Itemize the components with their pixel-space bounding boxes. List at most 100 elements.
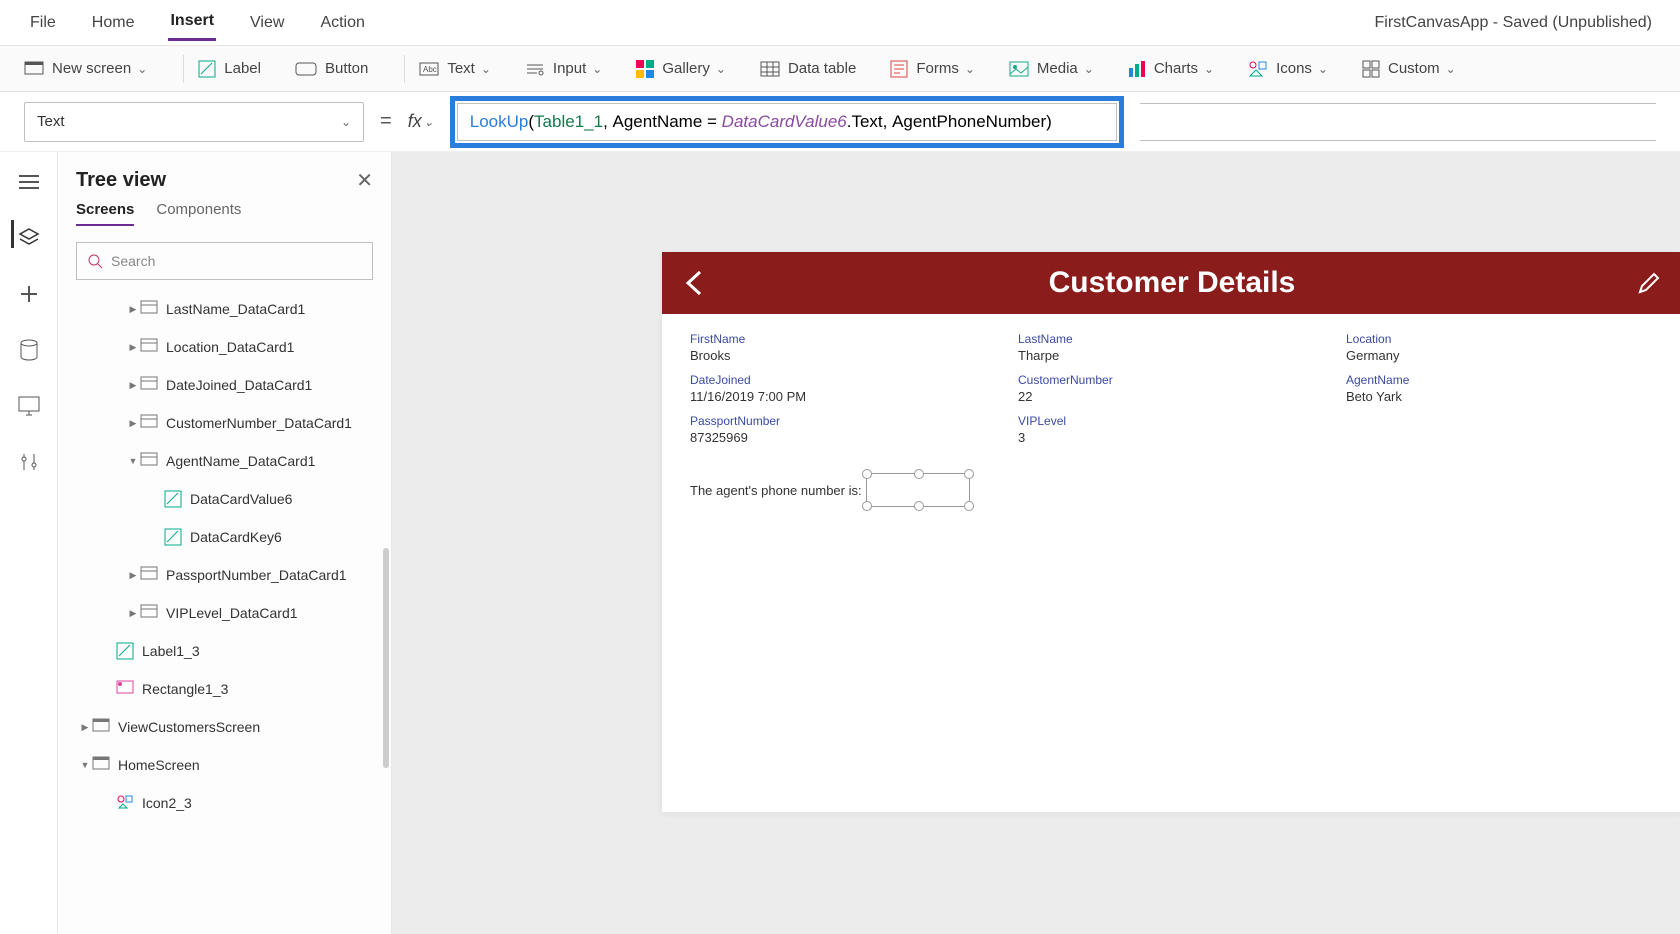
expand-toggle-icon[interactable]: ▶ [126,380,140,391]
tree-item[interactable]: Icon2_3 [58,784,391,822]
tree-item[interactable]: DataCardValue6 [58,480,391,518]
tree-item[interactable]: ▼AgentName_DataCard1 [58,442,391,480]
field-label: DateJoined [690,373,998,387]
add-rail-button[interactable] [11,276,47,312]
formula-token-field: AgentName [613,112,703,132]
agent-phone-row: The agent's phone number is: [662,455,1680,525]
scrollbar-thumb[interactable] [383,548,389,768]
menu-home[interactable]: Home [90,6,137,40]
tree-item[interactable]: ▶VIPLevel_DataCard1 [58,594,391,632]
tree-item[interactable]: ▶ViewCustomersScreen [58,708,391,746]
hamburger-button[interactable] [11,164,47,200]
menu-action[interactable]: Action [318,6,366,40]
tree-item[interactable]: DataCardKey6 [58,518,391,556]
form-field: AgentNameBeto Yark [1346,373,1654,404]
resize-handle[interactable] [914,469,924,479]
gallery-dropdown[interactable]: Gallery⌄ [630,56,732,82]
ribbon: New screen⌄ Label Button Abc Text⌄ Input… [0,46,1680,92]
expand-toggle-icon[interactable]: ▶ [126,418,140,429]
back-icon[interactable] [682,270,708,296]
tree-item[interactable]: ▶PassportNumber_DataCard1 [58,556,391,594]
fx-label[interactable]: fx ⌄ [408,111,434,132]
data-rail-button[interactable] [11,332,47,368]
form-field: PassportNumber87325969 [690,414,998,445]
text-dropdown[interactable]: Abc Text⌄ [413,56,497,81]
expand-toggle-icon[interactable]: ▶ [126,570,140,581]
search-placeholder: Search [111,253,155,269]
resize-handle[interactable] [914,501,924,511]
tree-item[interactable]: Label1_3 [58,632,391,670]
monitor-icon [18,396,40,416]
chevron-down-icon: ⌄ [341,115,351,129]
tab-components[interactable]: Components [156,201,241,226]
label-button[interactable]: Label [192,56,267,82]
menu-file[interactable]: File [28,6,58,40]
equals-sign: = [380,110,392,133]
selected-label-control[interactable] [866,473,970,507]
advanced-rail-button[interactable] [11,444,47,480]
property-selector[interactable]: Text ⌄ [24,102,364,142]
forms-btn-text: Forms [916,60,959,77]
close-icon[interactable]: ✕ [356,168,373,193]
edit-icon[interactable] [1636,270,1662,296]
app-title: FirstCanvasApp - Saved (Unpublished) [1375,14,1652,32]
tree-panel: Tree view ✕ Screens Components Search ▶L… [58,152,392,934]
label-icon [164,490,182,508]
tree-item[interactable]: Rectangle1_3 [58,670,391,708]
button-button[interactable]: Button [289,56,374,81]
formula-token-table: Table1_1 [534,112,603,132]
tree-item[interactable]: ▼HomeScreen [58,746,391,784]
form-field: CustomerNumber22 [1018,373,1326,404]
charts-dropdown[interactable]: Charts⌄ [1122,56,1220,82]
tree-item[interactable]: ▶ DateJoined_DataCard1 [58,366,391,404]
resize-handle[interactable] [964,469,974,479]
field-value: Tharpe [1018,348,1326,363]
tree-item[interactable]: ▶Location_DataCard1 [58,328,391,366]
database-icon [19,339,39,361]
formula-token-ref: DataCardValue6 [722,112,847,132]
expand-toggle-icon[interactable]: ▶ [78,722,92,733]
expand-toggle-icon[interactable]: ▶ [126,304,140,315]
menu-view[interactable]: View [248,6,286,40]
tree-tabs: Screens Components [58,201,391,236]
forms-dropdown[interactable]: Forms ⌄ [884,56,981,82]
tree-item[interactable]: ▶ LastName_DataCard1 [58,290,391,328]
resize-handle[interactable] [862,469,872,479]
field-label: CustomerNumber [1018,373,1326,387]
custom-dropdown[interactable]: Custom⌄ [1356,56,1462,82]
resize-handle[interactable] [862,501,872,511]
input-dropdown[interactable]: Input⌄ [519,56,608,81]
chevron-down-icon: ⌄ [1318,62,1328,76]
media-rail-button[interactable] [11,388,47,424]
tab-screens[interactable]: Screens [76,201,134,226]
expand-toggle-icon[interactable]: ▶ [126,608,140,619]
rect-icon [116,680,134,698]
tree-search-input[interactable]: Search [76,242,373,280]
field-value: 11/16/2019 7:00 PM [690,389,998,404]
search-icon [87,253,103,269]
formula-highlight-box: LookUp(Table1_1, AgentName = DataCardVal… [450,96,1124,148]
new-screen-button[interactable]: New screen⌄ [18,56,153,81]
expand-toggle-icon[interactable]: ▼ [126,456,140,466]
formula-input[interactable]: LookUp(Table1_1, AgentName = DataCardVal… [457,103,1117,141]
tree-item-label: DateJoined_DataCard1 [166,377,312,393]
formula-input-tail[interactable] [1140,103,1656,141]
tree-item[interactable]: ▶CustomerNumber_DataCard1 [58,404,391,442]
chevron-down-icon: ⌄ [965,62,975,76]
media-btn-text: Media [1037,60,1078,77]
card-icon [140,338,158,356]
data-table-button[interactable]: Data table [754,56,862,81]
formula-token-fn: LookUp [470,112,529,132]
charts-btn-text: Charts [1154,60,1198,77]
form-grid: FirstNameBrooksLastNameTharpeLocationGer… [662,314,1680,455]
tree-item-label: LastName_DataCard1 [166,301,305,317]
field-label: PassportNumber [690,414,998,428]
canvas[interactable]: Customer Details FirstNameBrooksLastName… [392,152,1680,934]
expand-toggle-icon[interactable]: ▶ [126,342,140,353]
media-dropdown[interactable]: Media⌄ [1003,56,1100,81]
tree-view-rail-button[interactable] [11,220,47,256]
menu-insert[interactable]: Insert [168,4,216,41]
expand-toggle-icon[interactable]: ▼ [78,760,92,770]
icons-dropdown[interactable]: Icons⌄ [1242,56,1334,82]
resize-handle[interactable] [964,501,974,511]
